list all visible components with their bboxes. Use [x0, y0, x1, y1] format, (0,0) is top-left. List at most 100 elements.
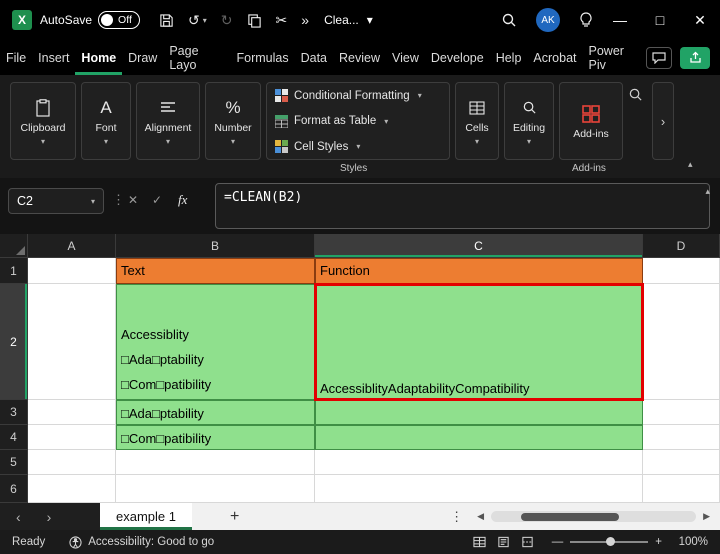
clipboard-group-button[interactable]: Clipboard ▾ [10, 82, 76, 160]
document-title[interactable]: Clea... [324, 13, 359, 27]
ribbon-tab-file[interactable]: File [0, 40, 32, 75]
row-header-1[interactable]: 1 [0, 258, 28, 284]
cell-styles-button[interactable]: Cell Styles ▾ [275, 140, 360, 153]
select-all-corner[interactable] [0, 234, 28, 258]
column-header-d[interactable]: D [643, 234, 720, 258]
ribbon-tab-power-pivot[interactable]: Power Piv [583, 40, 647, 75]
ribbon-tab-insert[interactable]: Insert [32, 40, 75, 75]
horizontal-scrollbar[interactable]: ◀ ▶ [477, 511, 710, 522]
normal-view-icon[interactable] [473, 536, 486, 548]
ribbon-tab-data[interactable]: Data [295, 40, 333, 75]
zoom-slider-thumb[interactable] [606, 537, 615, 546]
tell-me-button[interactable] [579, 12, 593, 28]
cell-B3[interactable]: □Ada□ptability [116, 400, 315, 425]
number-group-button[interactable]: % Number ▾ [205, 82, 261, 160]
cell-B5[interactable] [116, 450, 315, 475]
cut-button[interactable]: ✂ [276, 12, 288, 29]
formula-input[interactable]: =CLEAN(B2) [215, 183, 710, 229]
cell-D4[interactable] [643, 425, 720, 450]
cell-D5[interactable] [643, 450, 720, 475]
maximize-button[interactable]: □ [640, 0, 680, 40]
more-commands-button[interactable]: » [301, 12, 309, 28]
cell-D3[interactable] [643, 400, 720, 425]
cell-C1[interactable]: Function [315, 258, 643, 284]
cell-C5[interactable] [315, 450, 643, 475]
font-group-button[interactable]: A Font ▾ [81, 82, 131, 160]
zoom-in-button[interactable]: + [655, 536, 662, 548]
ribbon-tab-draw[interactable]: Draw [122, 40, 163, 75]
page-break-view-icon[interactable] [521, 536, 534, 548]
sheet-tab-example-1[interactable]: example 1 [100, 503, 192, 530]
format-as-table-button[interactable]: Format as Table ▾ [275, 115, 388, 128]
cell-A2[interactable] [28, 284, 116, 400]
cancel-entry-button[interactable]: ✕ [128, 193, 138, 207]
save-button[interactable] [159, 13, 174, 28]
addins-group-button[interactable]: Add-ins [559, 82, 623, 160]
add-sheet-button[interactable]: + [230, 508, 239, 526]
ribbon-search-button[interactable] [628, 87, 643, 102]
row-header-6[interactable]: 6 [0, 475, 28, 503]
horizontal-scroll-thumb[interactable] [521, 513, 619, 521]
ribbon-tab-formulas[interactable]: Formulas [231, 40, 295, 75]
ribbon-tab-page-layout[interactable]: Page Layo [163, 40, 230, 75]
column-header-b[interactable]: B [116, 234, 315, 258]
cell-C6[interactable] [315, 475, 643, 503]
ribbon-tab-home[interactable]: Home [75, 40, 122, 75]
name-box[interactable]: C2 ▾ [8, 188, 104, 214]
cell-D2[interactable] [643, 284, 720, 400]
editing-group-button[interactable]: Editing ▾ [504, 82, 554, 160]
tab-bar-options[interactable]: ⋮ [450, 509, 463, 525]
cell-B1[interactable]: Text [116, 258, 315, 284]
cell-D6[interactable] [643, 475, 720, 503]
close-button[interactable]: ✕ [680, 0, 720, 40]
ribbon-tab-developer[interactable]: Develope [425, 40, 490, 75]
zoom-slider-track[interactable] [570, 541, 648, 543]
cell-B4[interactable]: □Com□patibility [116, 425, 315, 450]
comments-button[interactable] [646, 47, 672, 69]
insert-function-button[interactable]: fx [178, 192, 187, 208]
zoom-out-button[interactable]: — [552, 536, 564, 548]
copy-button[interactable] [247, 13, 262, 28]
ribbon-tab-view[interactable]: View [386, 40, 425, 75]
conditional-formatting-button[interactable]: Conditional Formatting ▾ [275, 89, 422, 102]
row-header-2[interactable]: 2 [0, 284, 28, 400]
cell-D1[interactable] [643, 258, 720, 284]
cell-C2-selected[interactable]: AccessiblityAdaptabilityCompatibility [315, 284, 643, 400]
cell-C4[interactable] [315, 425, 643, 450]
cell-A5[interactable] [28, 450, 116, 475]
previous-sheet-button[interactable]: ‹ [16, 509, 21, 525]
collapse-ribbon-button[interactable]: ▴ [688, 159, 693, 170]
cell-A4[interactable] [28, 425, 116, 450]
row-header-4[interactable]: 4 [0, 425, 28, 450]
minimize-button[interactable]: — [600, 0, 640, 40]
horizontal-scroll-track[interactable] [491, 511, 696, 522]
cell-C3[interactable] [315, 400, 643, 425]
column-header-c[interactable]: C [315, 234, 643, 258]
account-avatar[interactable]: AK [536, 8, 560, 32]
alignment-group-button[interactable]: Alignment ▾ [136, 82, 200, 160]
cell-B2[interactable]: Accessiblity □Ada□ptability □Com□patibil… [116, 284, 315, 400]
cells-group-button[interactable]: Cells ▾ [455, 82, 499, 160]
cell-A6[interactable] [28, 475, 116, 503]
ribbon-tab-help[interactable]: Help [490, 40, 528, 75]
page-layout-view-icon[interactable] [497, 536, 510, 548]
collapse-formula-bar-button[interactable]: ▴ [705, 186, 710, 197]
undo-button[interactable]: ↺ ▾ [188, 12, 207, 29]
cell-A3[interactable] [28, 400, 116, 425]
scroll-right-icon[interactable]: ▶ [703, 511, 710, 522]
search-button[interactable] [501, 12, 517, 28]
confirm-entry-button[interactable]: ✓ [152, 193, 162, 207]
share-button[interactable] [680, 47, 710, 69]
row-header-3[interactable]: 3 [0, 400, 28, 425]
row-header-5[interactable]: 5 [0, 450, 28, 475]
cell-B6[interactable] [116, 475, 315, 503]
zoom-percentage[interactable]: 100% [674, 536, 708, 548]
next-sheet-button[interactable]: › [47, 509, 52, 525]
ribbon-overflow-button[interactable]: › [652, 82, 674, 160]
redo-button[interactable]: ↻ [221, 12, 233, 29]
accessibility-status[interactable]: Accessibility: Good to go [69, 536, 214, 549]
column-header-a[interactable]: A [28, 234, 116, 258]
ribbon-tab-acrobat[interactable]: Acrobat [527, 40, 582, 75]
cell-A1[interactable] [28, 258, 116, 284]
ribbon-tab-review[interactable]: Review [333, 40, 386, 75]
